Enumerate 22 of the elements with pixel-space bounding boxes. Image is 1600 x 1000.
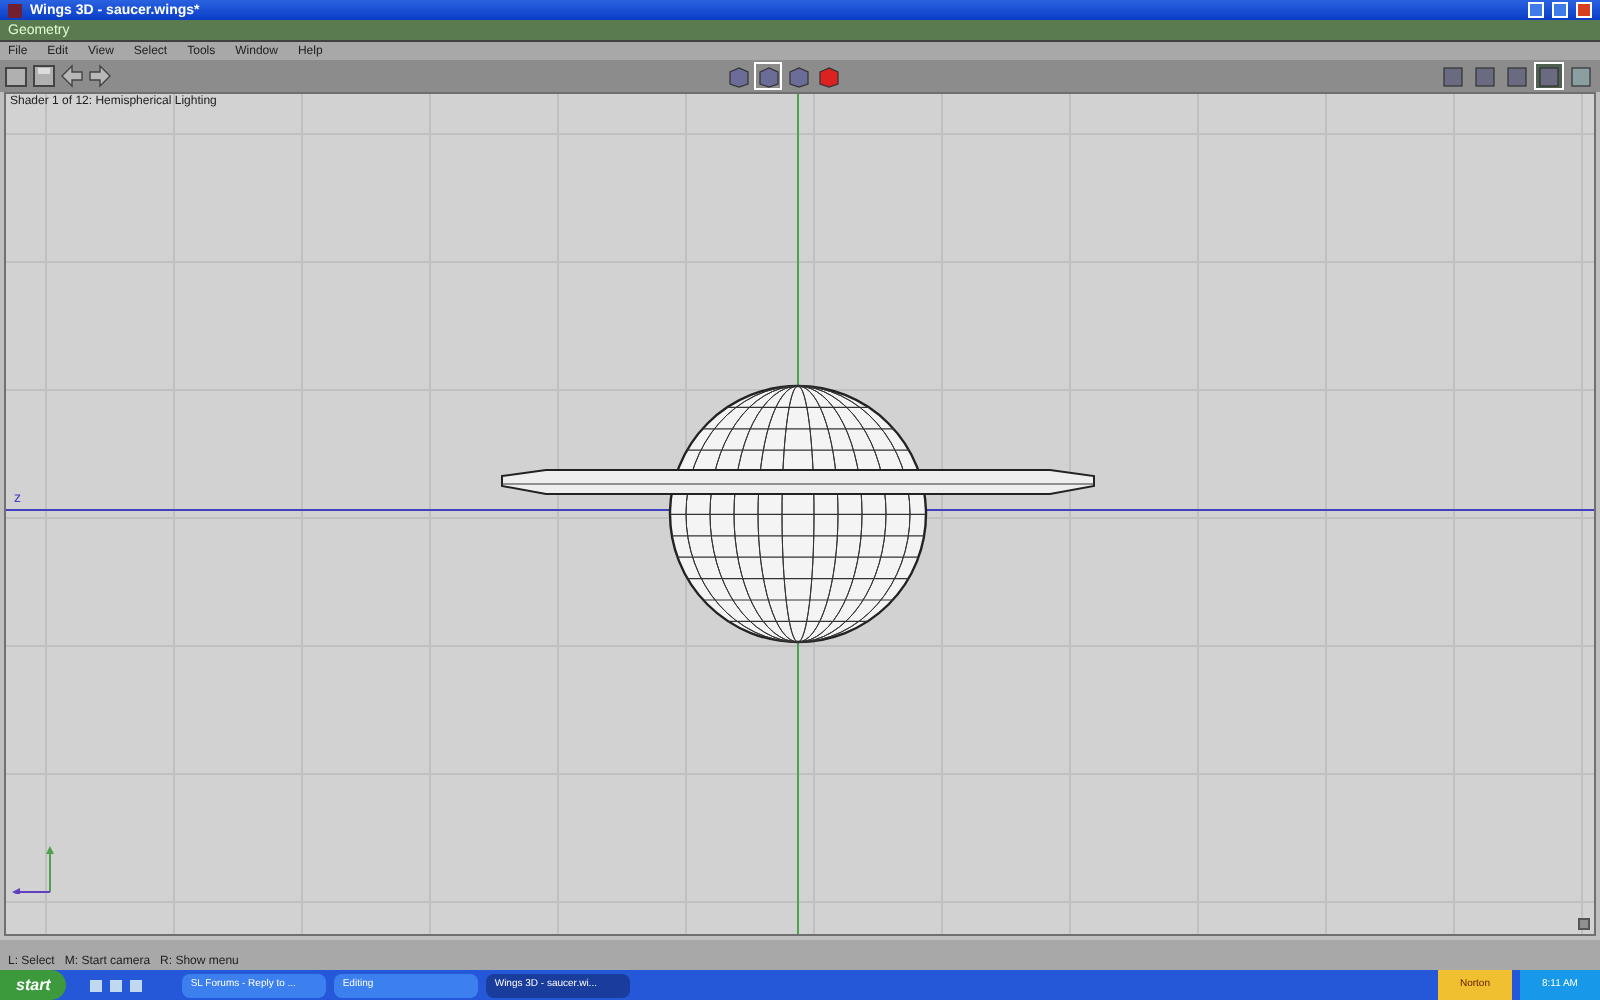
close-button[interactable]: [1576, 2, 1592, 18]
save-icon[interactable]: [32, 64, 56, 88]
restore-button[interactable]: [1552, 2, 1568, 18]
minimize-button[interactable]: [1528, 2, 1544, 18]
undo-arrow-icon[interactable]: [60, 64, 84, 88]
tool-icon: [1506, 65, 1528, 87]
tool-icon: [1538, 65, 1560, 87]
cube-icon: [787, 65, 809, 87]
shader-mode-button[interactable]: [754, 62, 782, 90]
tool-icon: [1442, 65, 1464, 87]
view-tool-button[interactable]: [1534, 62, 1564, 90]
start-button[interactable]: start: [0, 970, 67, 1000]
redo-arrow-icon[interactable]: [88, 64, 112, 88]
axis-gizmo-icon: [10, 844, 58, 894]
tool-icon: [1474, 65, 1496, 87]
cube-icon: [727, 65, 749, 87]
tool-icon: [1570, 65, 1592, 87]
resize-grip-icon[interactable]: [1578, 918, 1590, 930]
folder-icon[interactable]: [4, 64, 28, 88]
cube-icon: [757, 65, 779, 87]
app-icon: [8, 3, 22, 17]
cube-icon: [817, 65, 839, 87]
